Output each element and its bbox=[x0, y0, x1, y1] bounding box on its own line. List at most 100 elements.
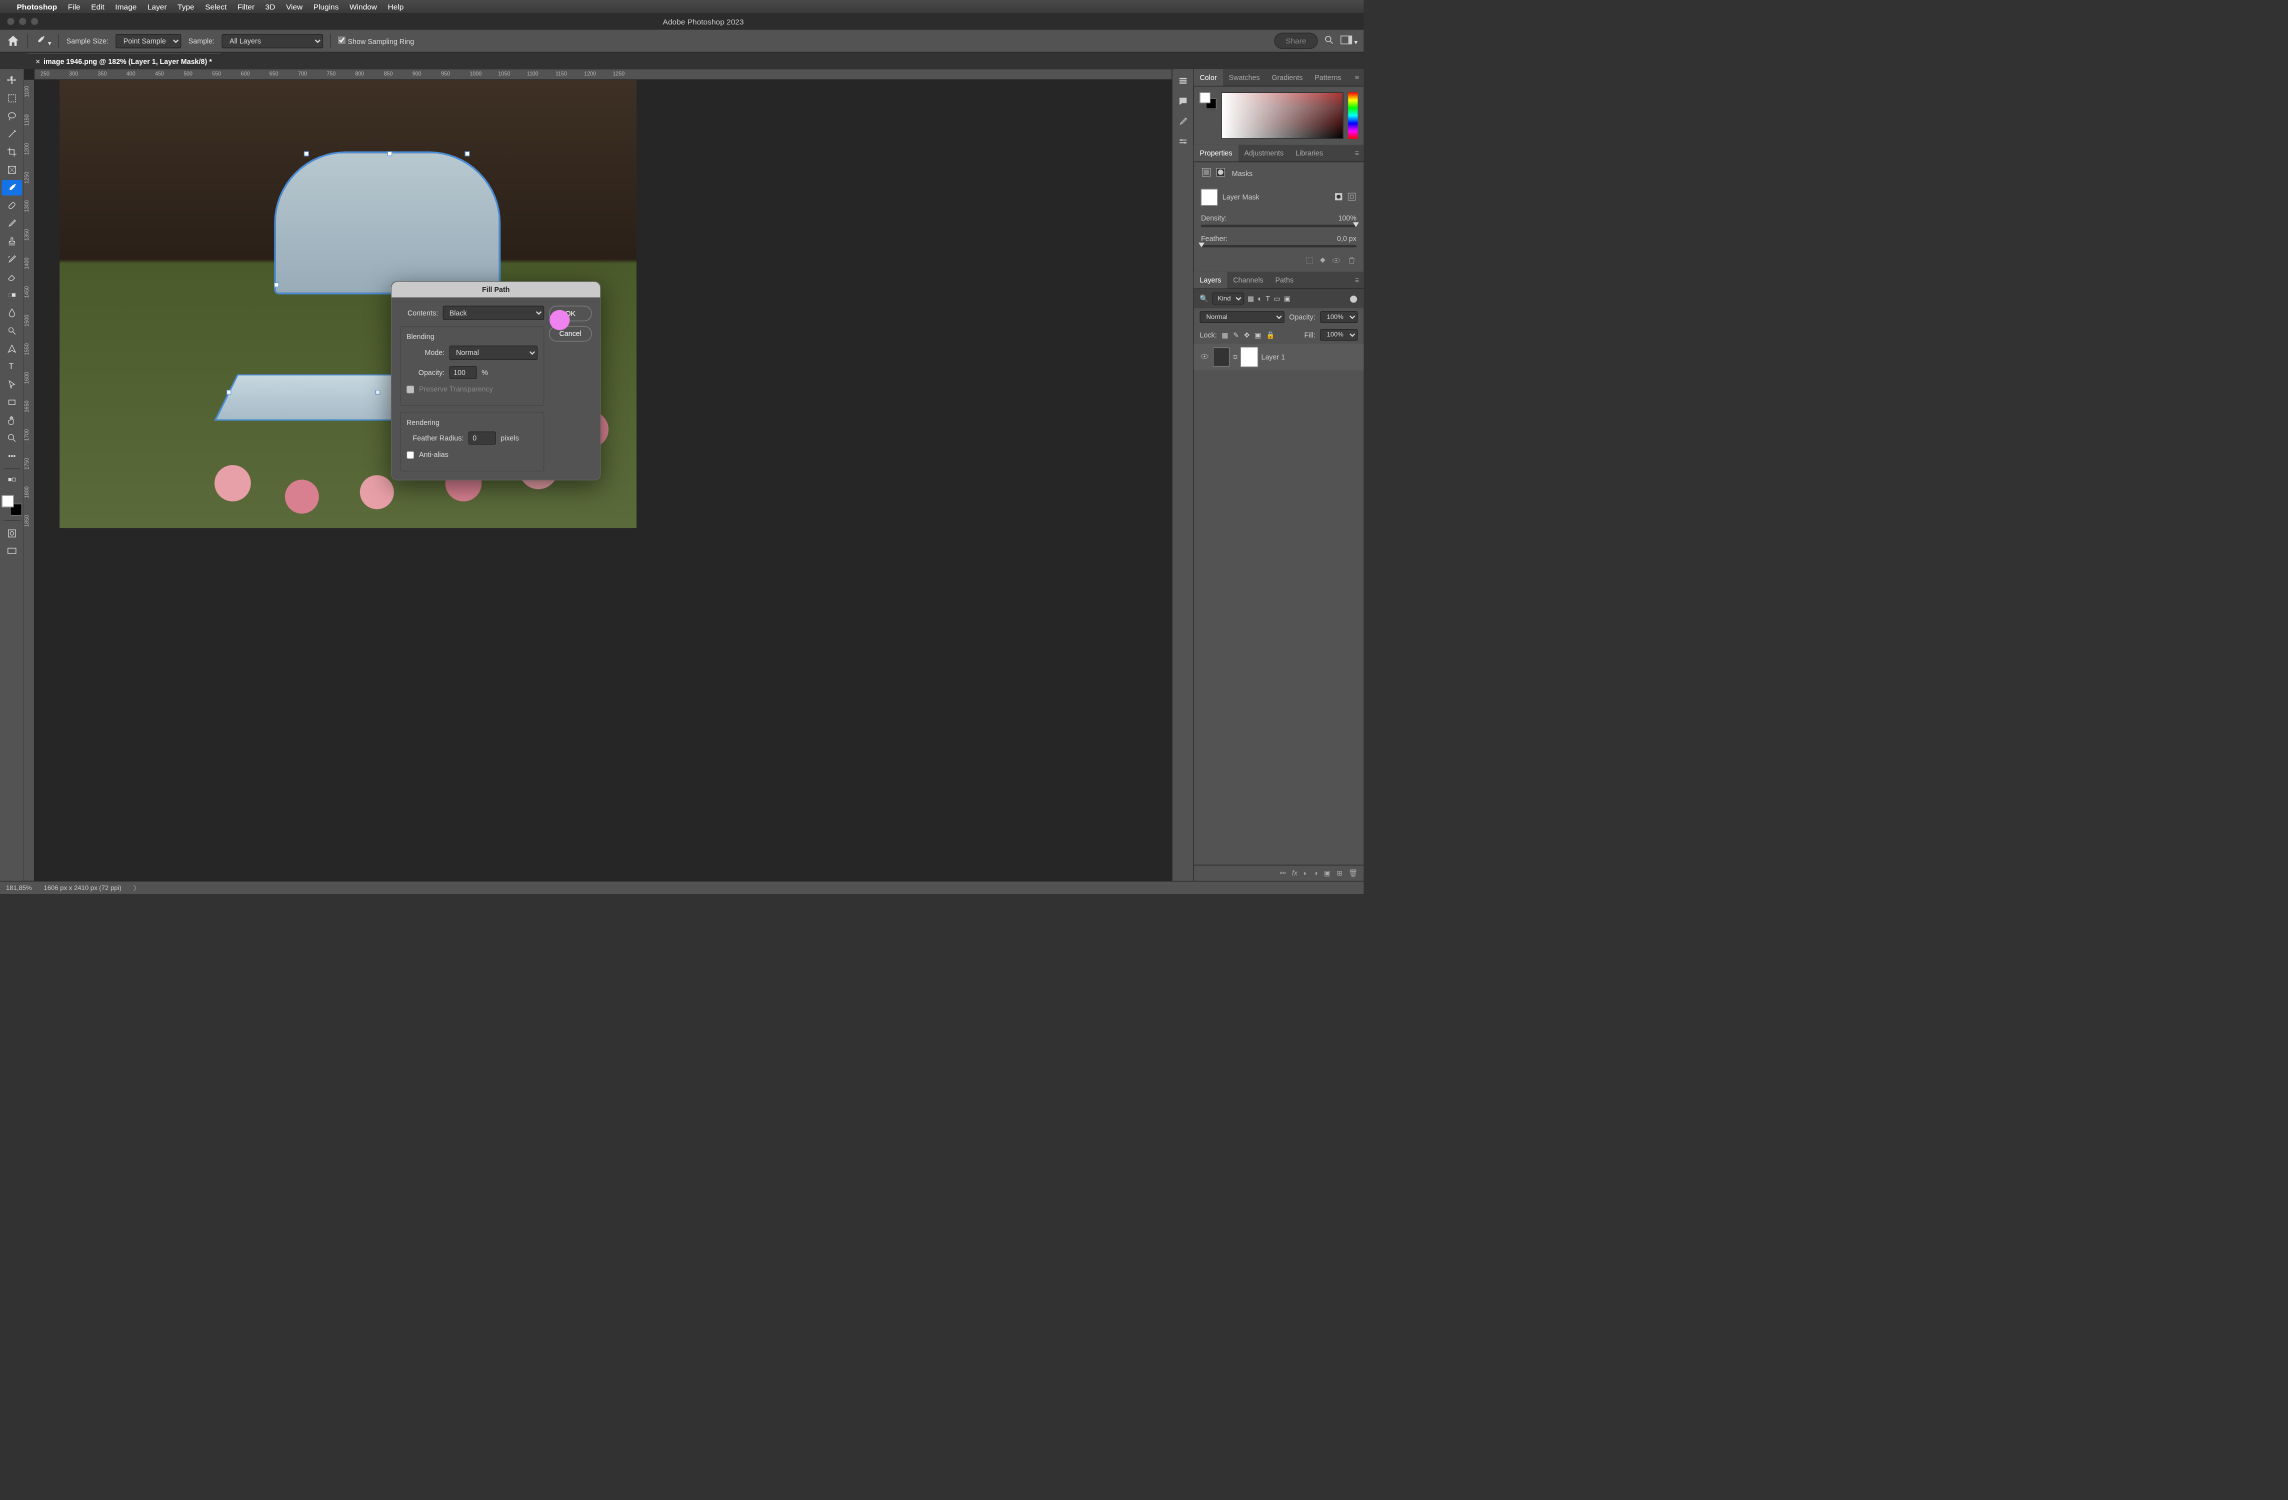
move-tool[interactable] bbox=[2, 73, 22, 88]
home-icon[interactable] bbox=[6, 34, 20, 48]
lock-artboard-icon[interactable]: ▣ bbox=[1255, 331, 1262, 339]
eyedropper-tool[interactable] bbox=[2, 180, 22, 195]
color-swatch[interactable] bbox=[1200, 92, 1217, 109]
lock-all-icon[interactable]: 🔒 bbox=[1266, 331, 1275, 339]
menu-image[interactable]: Image bbox=[115, 2, 137, 11]
traffic-min[interactable] bbox=[19, 18, 26, 25]
share-button[interactable]: Share bbox=[1274, 33, 1317, 49]
search-icon[interactable] bbox=[1324, 35, 1335, 48]
menu-file[interactable]: File bbox=[68, 2, 80, 11]
brushes-panel-icon[interactable] bbox=[1177, 116, 1189, 128]
tab-channels[interactable]: Channels bbox=[1227, 272, 1269, 289]
status-arrow-icon[interactable]: 〉 bbox=[133, 883, 140, 893]
panel-menu-icon[interactable]: ≡ bbox=[1350, 73, 1364, 81]
zoom-level[interactable]: 181,85% bbox=[6, 884, 32, 891]
tab-color[interactable]: Color bbox=[1194, 69, 1223, 86]
blend-mode-select[interactable]: Normal bbox=[1200, 311, 1285, 323]
menu-select[interactable]: Select bbox=[205, 2, 227, 11]
history-brush-tool[interactable] bbox=[2, 252, 22, 267]
layer-name[interactable]: Layer 1 bbox=[1261, 353, 1285, 361]
sample-size-select[interactable]: Point Sample bbox=[116, 34, 182, 48]
frame-tool[interactable] bbox=[2, 162, 22, 177]
feather-value[interactable]: 0,0 px bbox=[1337, 234, 1356, 242]
traffic-close[interactable] bbox=[7, 18, 14, 25]
menu-help[interactable]: Help bbox=[388, 2, 404, 11]
pen-tool[interactable] bbox=[2, 341, 22, 356]
feather-slider[interactable] bbox=[1201, 245, 1357, 247]
invert-mask-icon[interactable]: ◆ bbox=[1320, 256, 1326, 267]
foreground-color[interactable] bbox=[2, 495, 14, 507]
type-tool[interactable]: T bbox=[2, 359, 22, 374]
visibility-icon[interactable] bbox=[1200, 351, 1210, 362]
filter-smart-icon[interactable]: ▣ bbox=[1284, 294, 1291, 302]
vector-mask-icon[interactable] bbox=[1215, 167, 1226, 180]
crop-tool[interactable] bbox=[2, 144, 22, 159]
pixel-mask-icon[interactable] bbox=[1201, 167, 1212, 180]
contents-select[interactable]: Black bbox=[443, 306, 544, 320]
feather-input[interactable] bbox=[468, 432, 495, 445]
layer-thumbnail[interactable] bbox=[1213, 347, 1230, 366]
filter-adjust-icon[interactable]: ◐ bbox=[1258, 294, 1262, 302]
menu-type[interactable]: Type bbox=[178, 2, 195, 11]
density-value[interactable]: 100% bbox=[1338, 214, 1356, 222]
opacity-input[interactable] bbox=[449, 366, 476, 379]
layer-opacity-select[interactable]: 100% bbox=[1320, 311, 1358, 323]
tab-properties[interactable]: Properties bbox=[1194, 145, 1239, 162]
document-tab[interactable]: ×image 1946.png @ 182% (Layer 1, Layer M… bbox=[27, 53, 220, 69]
stamp-tool[interactable] bbox=[2, 234, 22, 249]
mask-boundary-icon[interactable] bbox=[1305, 256, 1315, 267]
menu-window[interactable]: Window bbox=[349, 2, 377, 11]
adjust-panel-icon[interactable] bbox=[1177, 136, 1189, 148]
filter-toggle-icon[interactable]: ⬤ bbox=[1350, 294, 1358, 302]
heal-tool[interactable] bbox=[2, 198, 22, 213]
link-icon[interactable]: ⧉ bbox=[1233, 354, 1237, 361]
tab-libraries[interactable]: Libraries bbox=[1290, 145, 1329, 162]
eyedropper-tool-icon[interactable]: ▾ bbox=[35, 35, 51, 48]
delete-mask-icon[interactable] bbox=[1347, 256, 1357, 267]
tab-patterns[interactable]: Patterns bbox=[1309, 69, 1348, 86]
new-adjustment-icon[interactable]: ◑ bbox=[1314, 869, 1318, 877]
comments-panel-icon[interactable] bbox=[1177, 95, 1189, 107]
filter-shape-icon[interactable]: ▭ bbox=[1274, 294, 1281, 302]
tab-adjustments[interactable]: Adjustments bbox=[1238, 145, 1289, 162]
wand-tool[interactable] bbox=[2, 126, 22, 141]
new-group-icon[interactable]: ▣ bbox=[1324, 869, 1331, 877]
gradient-tool[interactable] bbox=[2, 287, 22, 302]
add-vector-mask-icon[interactable] bbox=[1347, 192, 1357, 203]
panel-menu-icon[interactable]: ≡ bbox=[1350, 149, 1364, 157]
menu-view[interactable]: View bbox=[286, 2, 303, 11]
menu-plugins[interactable]: Plugins bbox=[313, 2, 338, 11]
tab-gradients[interactable]: Gradients bbox=[1266, 69, 1309, 86]
eraser-tool[interactable] bbox=[2, 269, 22, 284]
edit-toolbar-icon[interactable] bbox=[2, 474, 22, 489]
mode-select[interactable]: Normal bbox=[449, 346, 537, 360]
mask-thumbnail[interactable] bbox=[1201, 189, 1218, 206]
more-tools[interactable]: ••• bbox=[2, 448, 22, 463]
layer-row[interactable]: ⧉ Layer 1 bbox=[1194, 344, 1364, 370]
tab-paths[interactable]: Paths bbox=[1269, 272, 1299, 289]
color-swatch-tool[interactable] bbox=[2, 495, 22, 515]
lasso-tool[interactable] bbox=[2, 108, 22, 123]
fx-icon[interactable]: fx bbox=[1292, 869, 1298, 877]
zoom-tool[interactable] bbox=[2, 430, 22, 445]
blur-tool[interactable] bbox=[2, 305, 22, 320]
canvas-area[interactable]: 2503003504004505005506006507007508008509… bbox=[24, 69, 1172, 881]
menu-app[interactable]: Photoshop bbox=[17, 2, 57, 11]
close-tab-icon[interactable]: × bbox=[36, 57, 40, 65]
tab-swatches[interactable]: Swatches bbox=[1223, 69, 1266, 86]
screenmode-icon[interactable] bbox=[2, 544, 22, 559]
lock-position-icon[interactable]: ✥ bbox=[1244, 331, 1250, 339]
new-layer-icon[interactable]: ⊞ bbox=[1337, 869, 1343, 877]
show-sampling-ring[interactable]: Show Sampling Ring bbox=[338, 36, 414, 46]
sample-select[interactable]: All Layers bbox=[222, 34, 323, 48]
path-select-tool[interactable] bbox=[2, 377, 22, 392]
doc-dimensions[interactable]: 1606 px x 2410 px (72 ppi) bbox=[44, 884, 122, 891]
color-field[interactable] bbox=[1221, 92, 1343, 138]
menu-filter[interactable]: Filter bbox=[237, 2, 254, 11]
traffic-max[interactable] bbox=[31, 18, 38, 25]
menu-layer[interactable]: Layer bbox=[147, 2, 166, 11]
link-layers-icon[interactable]: ⚯ bbox=[1280, 869, 1286, 877]
disable-mask-icon[interactable] bbox=[1331, 256, 1341, 267]
hand-tool[interactable] bbox=[2, 412, 22, 427]
antialias-checkbox[interactable] bbox=[406, 451, 414, 459]
